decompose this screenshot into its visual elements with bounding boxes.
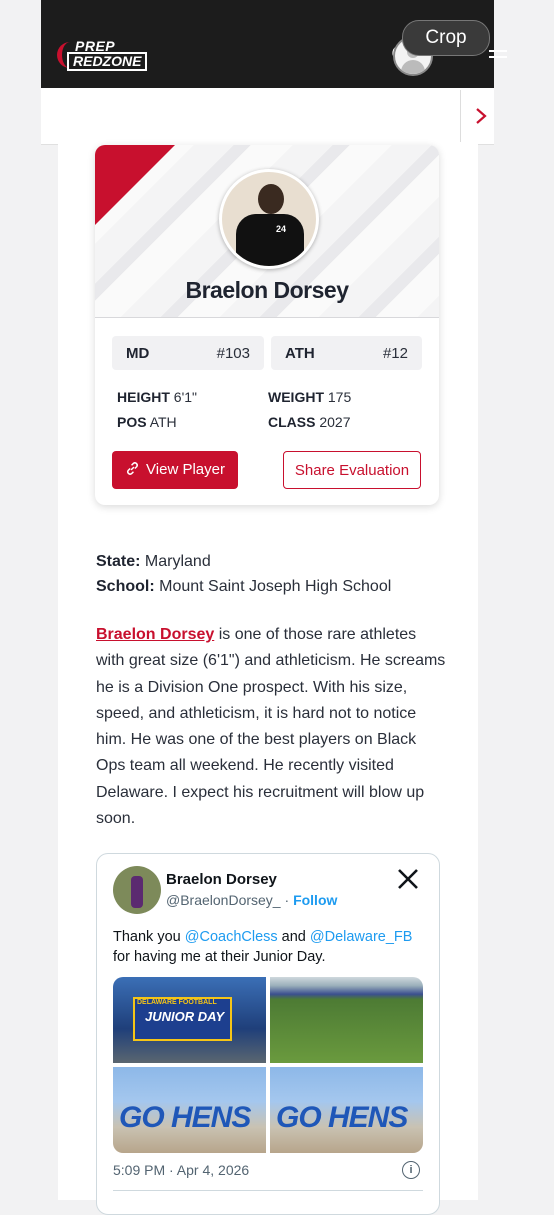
tweet-image-go-hens-2[interactable]: GO HENS (270, 1067, 423, 1153)
mention-delaware-fb[interactable]: @Delaware_FB (310, 929, 413, 945)
tweet-handle[interactable]: @BraelonDorsey_ (166, 892, 281, 908)
class-label: CLASS (268, 414, 316, 430)
tweet-text: Thank you @CoachCless and @Delaware_FB f… (113, 927, 433, 967)
logo-redzone-text: REDZONE (67, 52, 148, 71)
article-paragraph: Braelon Dorsey is one of those rare athl… (96, 622, 446, 832)
tweet-text-1: Thank you (113, 929, 185, 945)
sub-navigation-bar (41, 88, 494, 145)
subnav-divider (460, 90, 461, 142)
tweet-author-name[interactable]: Braelon Dorsey (166, 871, 277, 888)
crop-button[interactable]: Crop (402, 20, 490, 56)
mention-coachcless[interactable]: @CoachCless (185, 929, 278, 945)
school-info: School: Mount Saint Joseph High School (96, 578, 391, 596)
link-icon (127, 462, 138, 475)
go-hens-sign-text: GO HENS (119, 1101, 251, 1134)
embedded-tweet[interactable]: Braelon Dorsey @BraelonDorsey_ · Follow … (96, 853, 440, 1215)
player-card-header: 24 Braelon Dorsey (95, 145, 439, 318)
menu-line (489, 50, 507, 52)
tweet-image-grid[interactable]: DELAWARE FOOTBALL JUNIOR DAY GO HENS GO … (113, 977, 423, 1153)
view-player-button[interactable]: View Player (112, 451, 238, 489)
weight-label: WEIGHT (268, 389, 324, 405)
player-name-link[interactable]: Braelon Dorsey (96, 626, 214, 643)
weight-value: 175 (327, 389, 352, 405)
school-label: School: (96, 578, 155, 595)
tweet-image-junior-day[interactable]: DELAWARE FOOTBALL JUNIOR DAY (113, 977, 266, 1063)
tweet-separator: · (284, 892, 290, 908)
photo-face (258, 184, 284, 214)
position-rank-label: ATH (285, 345, 315, 362)
view-player-label: View Player (146, 461, 225, 478)
player-photo: 24 (219, 169, 319, 269)
info-icon[interactable]: i (402, 1161, 420, 1179)
hamburger-menu-icon[interactable] (489, 50, 507, 64)
position-rank-pill: ATH #12 (271, 336, 422, 370)
chevron-right-icon[interactable] (469, 102, 493, 130)
height-value: 6'1" (173, 389, 197, 405)
avatar-figure (131, 876, 143, 908)
weight-stat: WEIGHT 175 (268, 389, 351, 405)
x-logo-icon[interactable] (397, 868, 419, 890)
tweet-handle-line: @BraelonDorsey_ · Follow (166, 892, 337, 908)
class-stat: CLASS 2027 (268, 414, 351, 430)
pos-label: POS (117, 414, 147, 430)
pos-value: ATH (149, 414, 177, 430)
avatar-body (401, 60, 425, 74)
tweet-text-2: and (277, 929, 310, 945)
state-rank-pill: MD #103 (112, 336, 264, 370)
article-body-text: is one of those rare athletes with great… (96, 626, 446, 828)
height-stat: HEIGHT 6'1" (117, 389, 197, 405)
red-corner-accent (95, 145, 175, 225)
banner-main-text: JUNIOR DAY (145, 1009, 225, 1024)
share-evaluation-button[interactable]: Share Evaluation (283, 451, 421, 489)
player-name: Braelon Dorsey (185, 277, 349, 303)
jersey-number: 24 (276, 224, 287, 234)
menu-line (489, 56, 507, 58)
tweet-timestamp[interactable]: 5:09 PM · Apr 4, 2026 (113, 1162, 249, 1178)
prep-redzone-logo[interactable]: PREP REDZONE (57, 38, 152, 72)
position-rank-value: #12 (382, 345, 408, 362)
state-rank-value: #103 (216, 345, 250, 362)
state-label: State: (96, 553, 141, 570)
state-value: Maryland (144, 553, 211, 570)
player-card: 24 Braelon Dorsey MD #103 ATH #12 HEIGHT… (95, 145, 439, 505)
class-value: 2027 (319, 414, 351, 430)
photo-shirt (236, 214, 304, 266)
tweet-image-field[interactable] (270, 977, 423, 1063)
state-info: State: Maryland (96, 553, 211, 571)
follow-button[interactable]: Follow (293, 892, 337, 908)
go-hens-sign-text: GO HENS (276, 1101, 408, 1134)
tweet-avatar[interactable] (113, 866, 161, 914)
state-rank-label: MD (126, 345, 150, 362)
height-label: HEIGHT (117, 389, 170, 405)
tweet-divider (113, 1190, 423, 1191)
position-stat: POS ATH (117, 414, 177, 430)
banner-top-text: DELAWARE FOOTBALL (137, 999, 217, 1006)
tweet-image-go-hens-1[interactable]: GO HENS (113, 1067, 266, 1153)
school-value: Mount Saint Joseph High School (159, 578, 392, 595)
tweet-text-3: for having me at their Junior Day. (113, 949, 326, 965)
